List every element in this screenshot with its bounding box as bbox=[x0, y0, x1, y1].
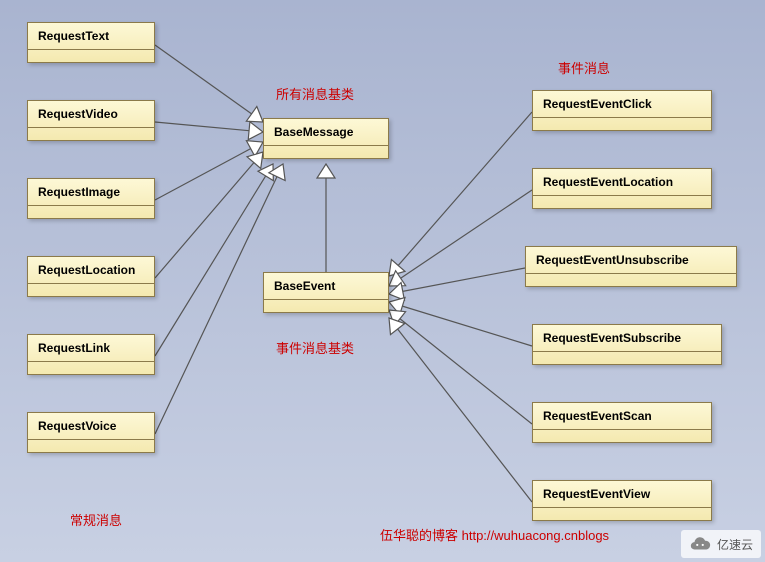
class-body bbox=[28, 128, 154, 140]
class-title: RequestEventScan bbox=[533, 403, 711, 430]
class-base-event: BaseEvent bbox=[263, 272, 389, 313]
class-title: RequestEventUnsubscribe bbox=[526, 247, 736, 274]
class-title: RequestLink bbox=[28, 335, 154, 362]
class-request-event-location: RequestEventLocation bbox=[532, 168, 712, 209]
class-title: RequestVoice bbox=[28, 413, 154, 440]
class-request-event-view: RequestEventView bbox=[532, 480, 712, 521]
class-request-text: RequestText bbox=[27, 22, 155, 63]
class-body bbox=[264, 300, 388, 312]
class-body bbox=[28, 284, 154, 296]
class-title: RequestEventClick bbox=[533, 91, 711, 118]
class-request-event-unsubscribe: RequestEventUnsubscribe bbox=[525, 246, 737, 287]
class-title: RequestImage bbox=[28, 179, 154, 206]
annotation-base-message: 所有消息基类 bbox=[276, 84, 354, 103]
annotation-credit: 伍华聪的博客 http://wuhuacong.cnblogs bbox=[380, 525, 609, 544]
class-title: RequestVideo bbox=[28, 101, 154, 128]
annotation-regular: 常规消息 bbox=[70, 510, 122, 529]
class-body bbox=[28, 362, 154, 374]
class-request-location: RequestLocation bbox=[27, 256, 155, 297]
class-title: BaseEvent bbox=[264, 273, 388, 300]
class-body bbox=[526, 274, 736, 286]
class-base-message: BaseMessage bbox=[263, 118, 389, 159]
class-request-event-click: RequestEventClick bbox=[532, 90, 712, 131]
annotation-event-messages: 事件消息 bbox=[558, 58, 610, 77]
class-title: RequestEventView bbox=[533, 481, 711, 508]
class-body bbox=[533, 508, 711, 520]
class-body bbox=[264, 146, 388, 158]
class-body bbox=[28, 206, 154, 218]
class-request-voice: RequestVoice bbox=[27, 412, 155, 453]
class-request-event-subscribe: RequestEventSubscribe bbox=[532, 324, 722, 365]
class-title: RequestLocation bbox=[28, 257, 154, 284]
class-request-image: RequestImage bbox=[27, 178, 155, 219]
watermark: 亿速云 bbox=[681, 530, 761, 558]
class-request-event-scan: RequestEventScan bbox=[532, 402, 712, 443]
class-request-video: RequestVideo bbox=[27, 100, 155, 141]
class-request-link: RequestLink bbox=[27, 334, 155, 375]
class-title: RequestEventSubscribe bbox=[533, 325, 721, 352]
class-body bbox=[533, 352, 721, 364]
class-title: RequestText bbox=[28, 23, 154, 50]
class-title: RequestEventLocation bbox=[533, 169, 711, 196]
class-body bbox=[533, 196, 711, 208]
class-body bbox=[533, 118, 711, 130]
class-body bbox=[533, 430, 711, 442]
watermark-text: 亿速云 bbox=[717, 536, 753, 553]
class-title: BaseMessage bbox=[264, 119, 388, 146]
cloud-icon bbox=[689, 533, 711, 555]
class-body bbox=[28, 440, 154, 452]
class-body bbox=[28, 50, 154, 62]
annotation-base-event: 事件消息基类 bbox=[276, 338, 354, 357]
